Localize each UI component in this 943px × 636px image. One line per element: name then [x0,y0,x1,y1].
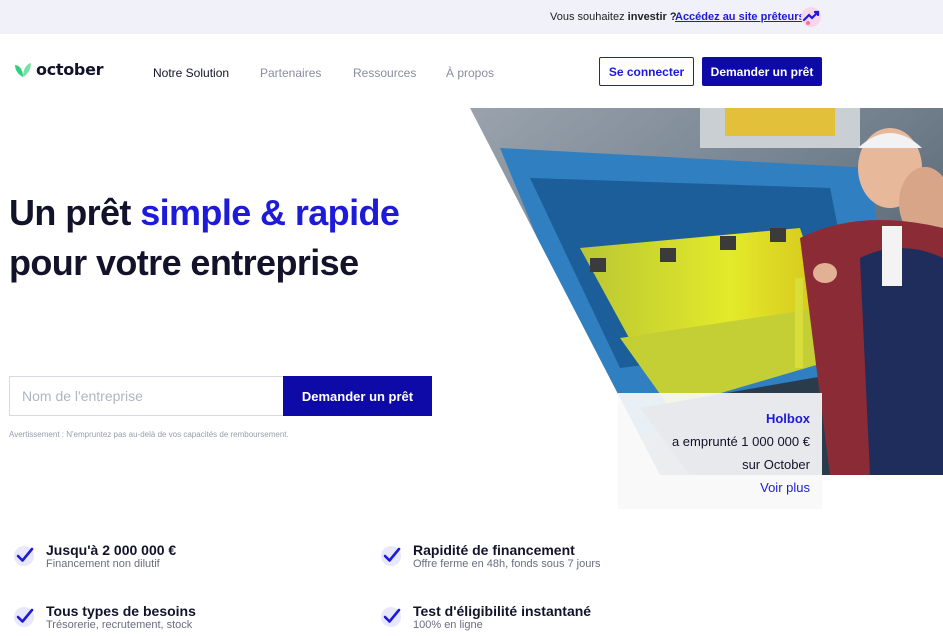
hero-title-end: pour votre entreprise [9,242,359,283]
hero-request-loan-button[interactable]: Demander un prêt [283,376,432,416]
hero-title: Un prêt simple & rapide pour votre entre… [9,188,459,288]
logo-text: october [36,60,104,79]
testimonial-card: Holbox a emprunté 1 000 000 € sur Octobe… [618,393,822,509]
lender-site-link[interactable]: Accédez au site prêteurs [675,11,805,23]
check-icon [381,546,401,566]
testimonial-platform: sur October [742,457,810,472]
feature-item: Jusqu'à 2 000 000 € Financement non dilu… [12,542,176,571]
october-logo-icon [15,62,31,77]
testimonial-amount: a emprunté 1 000 000 € [671,434,810,449]
borrowing-warning: Avertissement : N'empruntez pas au-delà … [9,430,289,439]
investor-bold: investir ? [627,11,677,23]
nav-ressources[interactable]: Ressources [353,66,416,80]
feature-title: Tous types de besoins [46,603,196,619]
check-icon [14,546,34,566]
feature-subtitle: 100% en ligne [413,619,483,631]
feature-subtitle: Offre ferme en 48h, fonds sous 7 jours [413,558,601,570]
feature-title: Test d'éligibilité instantané [413,603,592,619]
feature-title: Rapidité de financement [413,542,575,558]
feature-subtitle: Trésorerie, recrutement, stock [46,619,193,631]
nav-partenaires[interactable]: Partenaires [260,66,321,80]
feature-subtitle: Financement non dilutif [46,558,160,570]
nav-notre-solution[interactable]: Notre Solution [153,66,229,80]
hero-title-accent: simple & rapide [140,192,400,233]
investor-message: Vous souhaitez investir ? [550,11,677,23]
investor-icon [801,7,821,27]
nav-a-propos[interactable]: À propos [446,66,494,80]
check-icon [381,607,401,627]
request-loan-button[interactable]: Demander un prêt [702,57,822,86]
check-icon [14,607,34,627]
company-name-input[interactable] [22,388,283,404]
feature-item: Tous types de besoins Trésorerie, recrut… [12,603,196,632]
october-logo[interactable]: october [14,60,104,79]
hero-title-start: Un prêt [9,192,141,233]
testimonial-company: Holbox [765,411,810,426]
feature-item: Test d'éligibilité instantané 100% en li… [379,603,591,632]
login-button[interactable]: Se connecter [599,57,694,86]
company-search-field[interactable] [9,376,283,416]
see-more-link[interactable]: Voir plus [618,476,810,499]
investor-prefix: Vous souhaitez [550,11,628,23]
investor-banner: Vous souhaitez investir ? Accédez au sit… [0,0,943,34]
feature-item: Rapidité de financement Offre ferme en 4… [379,542,601,571]
feature-title: Jusqu'à 2 000 000 € [46,542,177,558]
